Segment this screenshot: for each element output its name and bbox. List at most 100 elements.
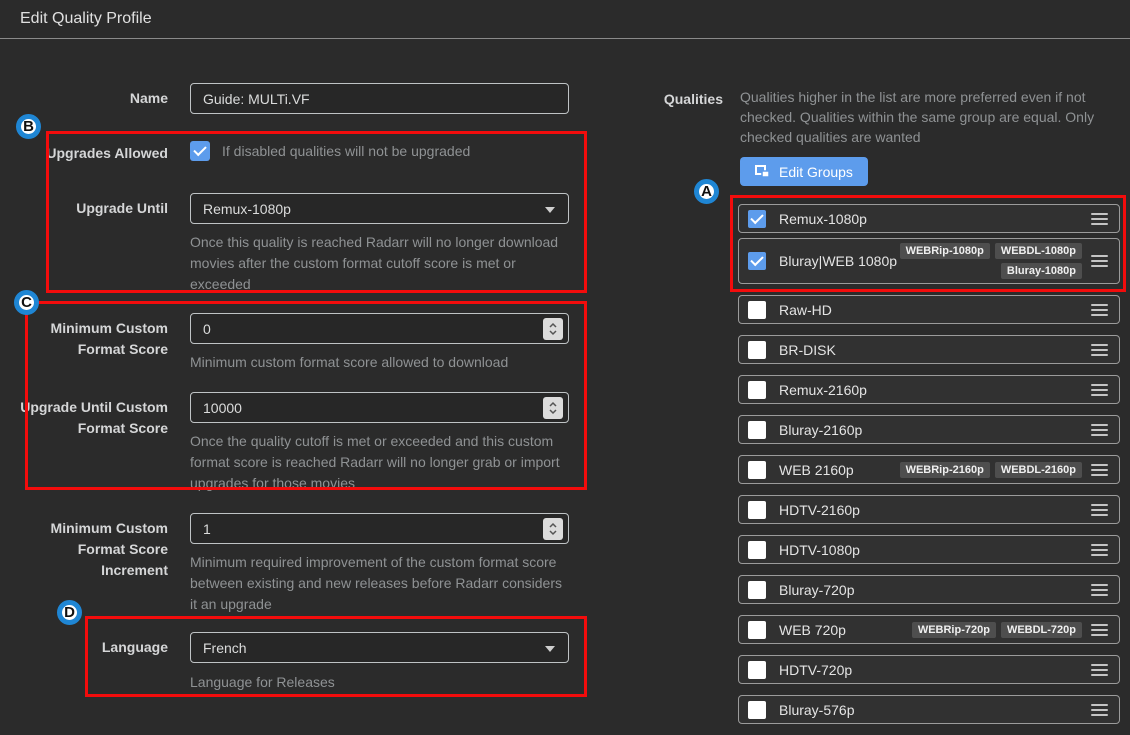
- quality-tag-pill: WEBDL-720p: [1001, 622, 1082, 638]
- min-increment-label: Minimum Custom Format Score Increment: [0, 518, 168, 581]
- upgrades-allowed-help: If disabled qualities will not be upgrad…: [222, 141, 470, 161]
- name-label: Name: [0, 88, 168, 109]
- spinner-icon: [548, 322, 558, 336]
- edit-groups-button[interactable]: Edit Groups: [740, 157, 868, 186]
- edit-groups-label: Edit Groups: [779, 164, 853, 180]
- drag-handle-icon[interactable]: [1091, 421, 1108, 439]
- quality-checkbox[interactable]: [748, 661, 766, 679]
- quality-checkbox[interactable]: [748, 541, 766, 559]
- upgrade-until-help: Once this quality is reached Radarr will…: [190, 232, 575, 295]
- upgrade-until-score-label: Upgrade Until Custom Format Score: [0, 397, 168, 439]
- quality-tags: WEBRip-1080pWEBDL-1080pBluray-1080p: [897, 243, 1082, 279]
- quality-checkbox[interactable]: [748, 341, 766, 359]
- upgrade-until-select[interactable]: Remux-1080p: [190, 193, 569, 224]
- language-select[interactable]: French: [190, 632, 569, 663]
- modal-header: Edit Quality Profile: [0, 0, 1130, 39]
- quality-name: HDTV-1080p: [779, 542, 860, 558]
- annotation-badge-a: A: [694, 179, 719, 204]
- language-value: French: [203, 640, 247, 656]
- quality-list-item[interactable]: HDTV-2160p: [738, 495, 1120, 524]
- quality-tag-pill: WEBDL-1080p: [995, 243, 1082, 259]
- quality-tags: WEBRip-2160p WEBDL-2160p: [900, 462, 1082, 478]
- min-format-score-field[interactable]: [190, 313, 569, 344]
- quality-list-item[interactable]: Remux-2160p: [738, 375, 1120, 404]
- object-group-icon: [755, 165, 770, 178]
- upgrade-until-score-field[interactable]: [190, 392, 569, 423]
- quality-tag-pill: WEBDL-2160p: [995, 462, 1082, 478]
- upgrades-allowed-label: Upgrades Allowed: [0, 143, 168, 164]
- qualities-label: Qualities: [555, 91, 723, 107]
- qualities-description: Qualities higher in the list are more pr…: [740, 87, 1120, 147]
- min-format-score-help: Minimum custom format score allowed to d…: [190, 352, 575, 373]
- quality-checkbox[interactable]: [748, 501, 766, 519]
- drag-handle-icon[interactable]: [1091, 661, 1108, 679]
- quality-checkbox[interactable]: [748, 421, 766, 439]
- upgrade-until-label: Upgrade Until: [0, 198, 168, 219]
- quality-name: BR-DISK: [779, 342, 836, 358]
- drag-handle-icon[interactable]: [1091, 501, 1108, 519]
- drag-handle-icon[interactable]: [1091, 461, 1108, 479]
- quality-list-item[interactable]: Remux-1080p: [738, 204, 1120, 233]
- quality-list-item[interactable]: Raw-HD: [738, 295, 1120, 324]
- annotation-badge-b: B: [16, 114, 41, 139]
- quality-checkbox[interactable]: [748, 581, 766, 599]
- drag-handle-icon[interactable]: [1091, 301, 1108, 319]
- quality-tags: WEBRip-720pWEBDL-720p: [912, 622, 1082, 638]
- quality-list-item[interactable]: Bluray-2160p: [738, 415, 1120, 444]
- number-spinner[interactable]: [543, 518, 563, 540]
- drag-handle-icon[interactable]: [1091, 701, 1108, 719]
- upgrade-until-score-input[interactable]: [203, 393, 556, 422]
- chevron-down-icon: [545, 207, 555, 213]
- quality-name: Remux-1080p: [779, 211, 867, 227]
- drag-handle-icon[interactable]: [1091, 210, 1108, 228]
- quality-name: WEB 720p: [779, 622, 846, 638]
- quality-checkbox[interactable]: [748, 461, 766, 479]
- quality-list-item[interactable]: Bluray-576p: [738, 695, 1120, 724]
- quality-list-item[interactable]: HDTV-1080p: [738, 535, 1120, 564]
- upgrade-until-score-help: Once the quality cutoff is met or exceed…: [190, 431, 575, 494]
- name-input[interactable]: [203, 84, 556, 113]
- quality-name: Remux-2160p: [779, 382, 867, 398]
- quality-name: Bluray-2160p: [779, 422, 862, 438]
- quality-list-item[interactable]: Bluray-720p: [738, 575, 1120, 604]
- min-increment-input[interactable]: [203, 514, 556, 543]
- number-spinner[interactable]: [543, 318, 563, 340]
- quality-list: Remux-1080p Bluray|WEB 1080p WEBRip-1080…: [738, 204, 1120, 735]
- annotation-badge-d: D: [57, 600, 82, 625]
- quality-tag-pill: WEBRip-1080p: [900, 243, 990, 259]
- quality-tag-pill: WEBRip-2160p: [900, 462, 990, 478]
- name-field[interactable]: [190, 83, 569, 114]
- number-spinner[interactable]: [543, 397, 563, 419]
- quality-checkbox[interactable]: [748, 621, 766, 639]
- quality-name: Bluray|WEB 1080p: [779, 253, 897, 269]
- min-format-score-label: Minimum Custom Format Score: [0, 318, 168, 360]
- drag-handle-icon[interactable]: [1091, 621, 1108, 639]
- quality-checkbox[interactable]: [748, 701, 766, 719]
- upgrades-allowed-checkbox[interactable]: [190, 141, 210, 161]
- min-format-score-input[interactable]: [203, 314, 556, 343]
- quality-list-item[interactable]: WEB 720p WEBRip-720pWEBDL-720p: [738, 615, 1120, 644]
- chevron-down-icon: [545, 646, 555, 652]
- quality-checkbox[interactable]: [748, 301, 766, 319]
- quality-list-item[interactable]: Bluray|WEB 1080p WEBRip-1080p WEBDL-1080p…: [738, 238, 1120, 284]
- annotation-badge-c: C: [14, 290, 39, 315]
- quality-list-item[interactable]: WEB 2160p WEBRip-2160pWEBDL-2160p: [738, 455, 1120, 484]
- quality-checkbox[interactable]: [748, 210, 766, 228]
- quality-checkbox[interactable]: [748, 252, 766, 270]
- drag-handle-icon[interactable]: [1091, 581, 1108, 599]
- spinner-icon: [548, 401, 558, 415]
- upgrade-until-value: Remux-1080p: [203, 201, 291, 217]
- quality-checkbox[interactable]: [748, 381, 766, 399]
- quality-list-item[interactable]: BR-DISK: [738, 335, 1120, 364]
- drag-handle-icon[interactable]: [1091, 341, 1108, 359]
- drag-handle-icon[interactable]: [1091, 541, 1108, 559]
- quality-name: Bluray-720p: [779, 582, 855, 598]
- drag-handle-icon[interactable]: [1091, 252, 1108, 270]
- quality-name: HDTV-720p: [779, 662, 852, 678]
- drag-handle-icon[interactable]: [1091, 381, 1108, 399]
- quality-name: Bluray-576p: [779, 702, 855, 718]
- quality-list-item[interactable]: HDTV-720p: [738, 655, 1120, 684]
- quality-name: HDTV-2160p: [779, 502, 860, 518]
- min-increment-field[interactable]: [190, 513, 569, 544]
- min-increment-help: Minimum required improvement of the cust…: [190, 552, 575, 615]
